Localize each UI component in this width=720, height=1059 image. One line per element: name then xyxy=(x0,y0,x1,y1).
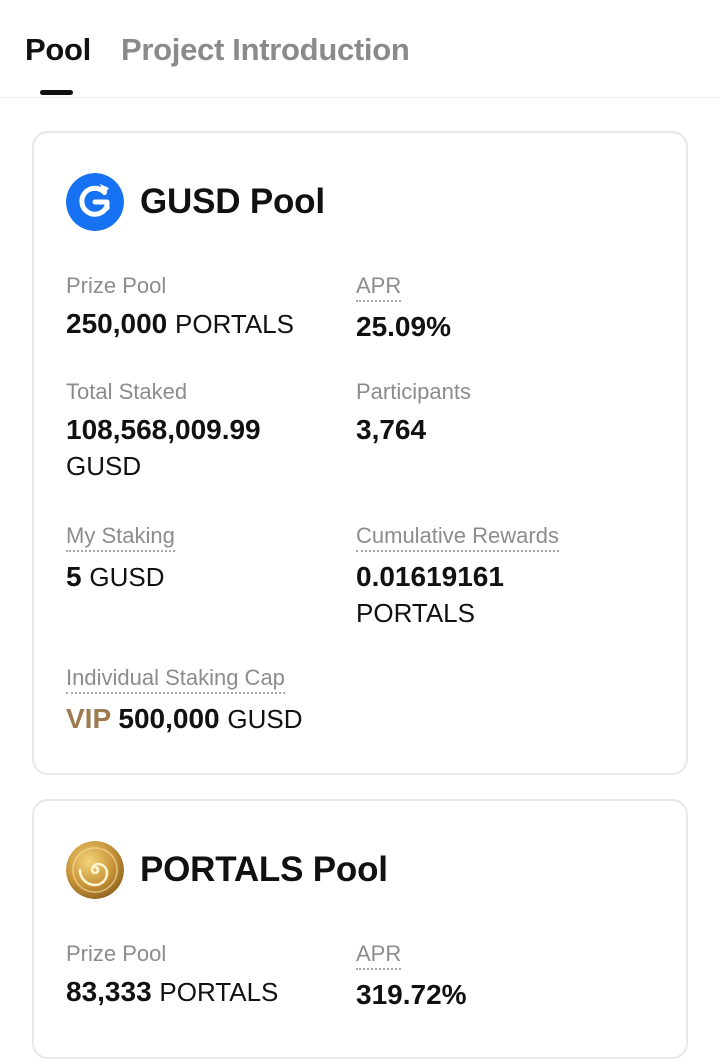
apr-label[interactable]: APR xyxy=(356,273,402,302)
total-staked-amount: 108,568,009.99 xyxy=(66,414,261,445)
apr-value: 25.09% xyxy=(356,311,451,342)
tab-bar: Pool Project Introduction xyxy=(0,0,720,98)
cumulative-rewards-stat: Cumulative Rewards 0.01619161 PORTALS xyxy=(356,523,656,631)
prize-pool-unit: PORTALS xyxy=(175,309,294,339)
tab-project-introduction[interactable]: Project Introduction xyxy=(121,32,410,68)
staking-cap-label[interactable]: Individual Staking Cap xyxy=(66,665,285,694)
prize-pool-amount: 250,000 xyxy=(66,308,168,339)
gusd-pool-card[interactable]: GUSD Pool Prize Pool 250,000 PORTALS APR… xyxy=(32,131,688,775)
prize-pool-value: 83,333 PORTALS xyxy=(66,974,346,1010)
total-staked-label: Total Staked xyxy=(66,379,188,404)
my-staking-label[interactable]: My Staking xyxy=(66,523,175,552)
cumulative-rewards-amount: 0.01619161 xyxy=(356,561,504,592)
portals-coin-icon xyxy=(66,841,124,899)
apr-stat: APR 25.09% xyxy=(356,273,656,345)
gusd-coin-icon xyxy=(66,173,124,231)
prize-pool-value: 250,000 PORTALS xyxy=(66,306,346,342)
vip-badge: VIP xyxy=(66,703,111,734)
cumulative-rewards-value: 0.01619161 PORTALS xyxy=(356,559,656,631)
total-staked-stat: Total Staked 108,568,009.99 GUSD xyxy=(66,379,346,484)
apr-label[interactable]: APR xyxy=(356,941,402,970)
prize-pool-label: Prize Pool xyxy=(66,273,167,298)
total-staked-value: 108,568,009.99 GUSD xyxy=(66,412,346,484)
tab-pool[interactable]: Pool xyxy=(25,32,91,68)
pool-title: GUSD Pool xyxy=(140,182,325,221)
apr-value: 319.72% xyxy=(356,979,467,1010)
prize-pool-stat: Prize Pool 83,333 PORTALS xyxy=(66,941,346,1010)
staking-cap-value: VIP 500,000 GUSD xyxy=(66,701,466,737)
my-staking-value: 5 GUSD xyxy=(66,559,346,595)
cumulative-rewards-unit: PORTALS xyxy=(356,598,475,628)
total-staked-unit: GUSD xyxy=(66,451,142,481)
participants-stat: Participants 3,764 xyxy=(356,379,656,448)
cumulative-rewards-label[interactable]: Cumulative Rewards xyxy=(356,523,559,552)
prize-pool-stat: Prize Pool 250,000 PORTALS xyxy=(66,273,346,342)
prize-pool-unit: PORTALS xyxy=(159,977,279,1007)
staking-cap-amount: 500,000 xyxy=(118,703,220,734)
apr-stat: APR 319.72% xyxy=(356,941,656,1013)
my-staking-stat: My Staking 5 GUSD xyxy=(66,523,346,595)
participants-label: Participants xyxy=(356,379,471,404)
pool-header: PORTALS Pool xyxy=(66,841,388,899)
active-tab-indicator xyxy=(40,90,73,95)
pool-header: GUSD Pool xyxy=(66,173,325,231)
portals-pool-card[interactable]: PORTALS Pool Prize Pool 83,333 PORTALS A… xyxy=(32,799,688,1059)
prize-pool-label: Prize Pool xyxy=(66,941,167,966)
participants-value: 3,764 xyxy=(356,414,427,445)
pool-title: PORTALS Pool xyxy=(140,850,388,889)
prize-pool-amount: 83,333 xyxy=(66,976,152,1007)
staking-cap-stat: Individual Staking Cap VIP 500,000 GUSD xyxy=(66,665,466,737)
staking-cap-unit: GUSD xyxy=(227,704,303,734)
my-staking-unit: GUSD xyxy=(89,562,165,592)
my-staking-amount: 5 xyxy=(66,561,82,592)
